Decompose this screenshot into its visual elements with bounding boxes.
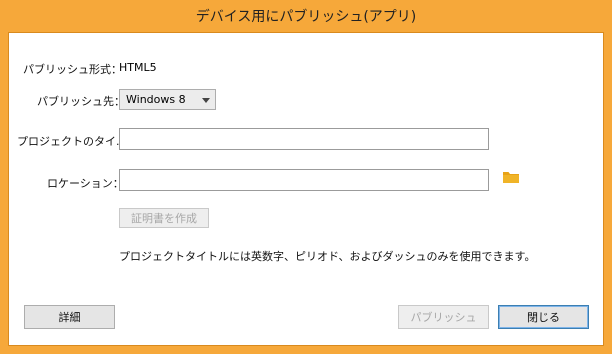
- project-title-label: プロジェクトのタイ...: [17, 135, 127, 148]
- details-button[interactable]: 詳細: [24, 305, 115, 329]
- project-title-input[interactable]: [119, 128, 489, 150]
- target-select-value: Windows 8: [126, 93, 186, 106]
- chevron-down-icon: [202, 98, 210, 103]
- dialog-title: デバイス用にパブリッシュ(アプリ): [195, 9, 417, 25]
- folder-icon[interactable]: [503, 171, 523, 187]
- publish-button[interactable]: パブリッシュ: [398, 305, 489, 329]
- info-text: プロジェクトタイトルには英数字、ピリオド、およびダッシュのみを使用できます。: [119, 250, 536, 263]
- target-select[interactable]: Windows 8: [119, 89, 216, 110]
- create-certificate-label: 証明書を作成: [131, 212, 197, 225]
- create-certificate-button[interactable]: 証明書を作成: [119, 208, 209, 228]
- format-label: パブリッシュ形式：: [23, 63, 122, 76]
- title-bar[interactable]: デバイス用にパブリッシュ(アプリ): [0, 0, 612, 32]
- target-label: パブリッシュ先：: [37, 95, 125, 108]
- close-button[interactable]: 閉じる: [498, 305, 589, 329]
- details-label: 詳細: [58, 311, 81, 324]
- dialog-content: パブリッシュ形式： HTML5 パブリッシュ先： Windows 8 プロジェク…: [8, 32, 604, 346]
- publish-dialog: デバイス用にパブリッシュ(アプリ) パブリッシュ形式： HTML5 パブリッシュ…: [0, 0, 612, 354]
- close-label: 閉じる: [527, 311, 560, 324]
- publish-label: パブリッシュ: [410, 311, 477, 324]
- location-label: ロケーション：: [47, 177, 124, 190]
- format-value: HTML5: [119, 61, 157, 74]
- location-input[interactable]: [119, 169, 489, 191]
